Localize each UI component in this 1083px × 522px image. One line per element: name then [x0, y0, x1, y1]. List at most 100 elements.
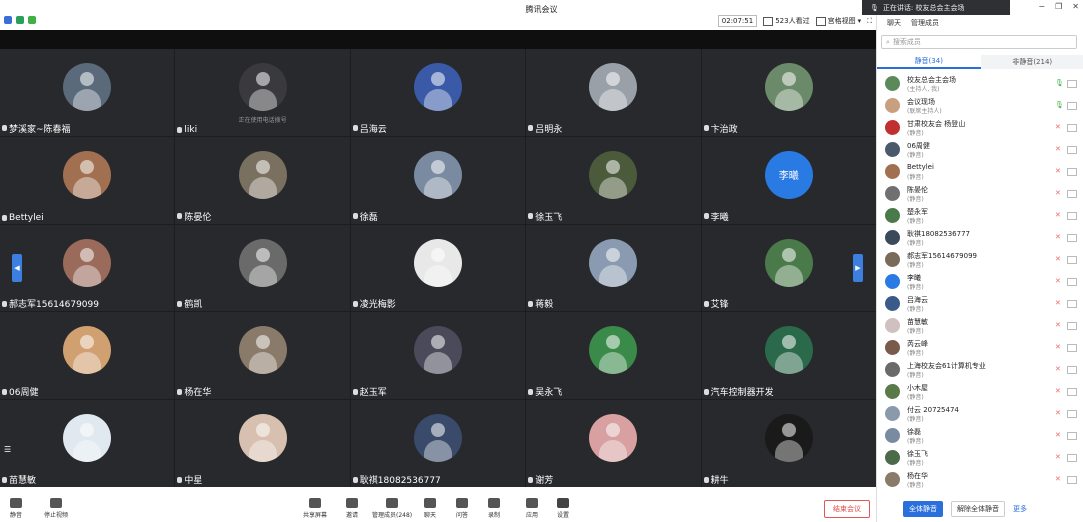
video-tile[interactable]: 耕牛 — [701, 400, 876, 487]
minimize-button[interactable]: − — [1038, 2, 1045, 11]
video-tile[interactable]: 徐磊 — [350, 136, 526, 224]
camera-icon[interactable] — [1067, 234, 1077, 242]
camera-icon[interactable] — [1067, 146, 1077, 154]
video-tile[interactable]: 谢芳 — [526, 400, 701, 487]
video-tile[interactable]: 蒋毅 — [526, 224, 701, 312]
member-row[interactable]: 06周健 (静音) ✕ — [877, 139, 1083, 161]
mic-off-icon[interactable]: ✕ — [1055, 321, 1061, 329]
member-row[interactable]: 耿祺18082536777 (静音) ✕ — [877, 227, 1083, 249]
fullscreen-button[interactable]: ⛶ — [867, 17, 872, 26]
member-row[interactable]: 徐玉飞 (静音) ✕ — [877, 447, 1083, 469]
mic-off-icon[interactable]: ✕ — [1055, 233, 1061, 241]
video-tile[interactable]: 郝志军15614679099 — [0, 224, 175, 312]
member-row[interactable]: 楚永军 (静音) ✕ — [877, 205, 1083, 227]
video-tile[interactable]: 艾锋 — [701, 224, 876, 312]
tab-manage-members[interactable]: 管理成员 — [911, 18, 939, 28]
video-tile[interactable]: 中星 — [175, 400, 350, 487]
mic-off-icon[interactable]: ✕ — [1055, 123, 1061, 131]
more-button[interactable]: 更多 — [1013, 504, 1027, 514]
unmute-all-button[interactable]: 解除全体静音 — [951, 501, 1005, 517]
member-row[interactable]: 杨在华 (静音) ✕ — [877, 469, 1083, 491]
mute-all-button[interactable]: 全体静音 — [903, 501, 943, 517]
camera-icon[interactable] — [1067, 300, 1077, 308]
member-row[interactable]: 校友总会主会场 (主持人, 我) 🎙 — [877, 73, 1083, 95]
camera-icon[interactable] — [1067, 388, 1077, 396]
video-tile[interactable]: 陈晏伦 — [175, 136, 350, 224]
video-tile[interactable]: Bettylei — [0, 136, 175, 224]
member-row[interactable]: 甘肃校友会 杨登山 (静音) ✕ — [877, 117, 1083, 139]
video-tile[interactable]: 耿祺18082536777 — [350, 400, 526, 487]
tab-chat[interactable]: 聊天 — [887, 18, 901, 28]
camera-icon[interactable] — [1067, 410, 1077, 418]
signal-icon[interactable] — [28, 16, 36, 24]
member-row[interactable]: 郝志军15614679099 (静音) ✕ — [877, 249, 1083, 271]
camera-icon[interactable] — [1067, 102, 1077, 110]
camera-icon[interactable] — [1067, 476, 1077, 484]
camera-icon[interactable] — [1067, 278, 1077, 286]
camera-icon[interactable] — [1067, 256, 1077, 264]
mic-off-icon[interactable]: ✕ — [1055, 475, 1061, 483]
member-search-input[interactable]: ⌕ 搜索成员 — [881, 35, 1077, 49]
qa-button[interactable]: 问答 — [456, 498, 468, 519]
video-tile[interactable]: 吴永飞 — [526, 312, 701, 400]
video-tile[interactable]: 鹤凯 — [175, 224, 350, 312]
mic-off-icon[interactable]: ✕ — [1055, 409, 1061, 417]
member-row[interactable]: 会议现场 (联席主持人) 🎙 — [877, 95, 1083, 117]
mic-on-icon[interactable]: 🎙 — [1055, 101, 1064, 109]
mic-off-icon[interactable]: ✕ — [1055, 211, 1061, 219]
share-screen-button[interactable]: 共享屏幕 — [303, 498, 327, 519]
mic-off-icon[interactable]: ✕ — [1055, 431, 1061, 439]
apps-button[interactable]: 应用 — [526, 498, 538, 519]
camera-icon[interactable] — [1067, 212, 1077, 220]
view-selector[interactable]: 宫格视图 ▾ — [815, 16, 861, 26]
tab-muted[interactable]: 静音(34) — [877, 55, 981, 69]
member-row[interactable]: 小木屋 (静音) ✕ — [877, 381, 1083, 403]
member-row[interactable]: 徐磊 (静音) ✕ — [877, 425, 1083, 447]
mic-off-icon[interactable]: ✕ — [1055, 343, 1061, 351]
video-tile[interactable]: 杨在华 — [175, 312, 350, 400]
member-row[interactable]: 陈晏伦 (静音) ✕ — [877, 183, 1083, 205]
member-row[interactable]: 芮云峰 (静音) ✕ — [877, 337, 1083, 359]
camera-icon[interactable] — [1067, 322, 1077, 330]
member-row[interactable]: 付云 20725474 (静音) ✕ — [877, 403, 1083, 425]
attendee-count[interactable]: 523人看过 — [763, 16, 810, 26]
manage-members-button[interactable]: 管理成员(248) — [372, 498, 412, 519]
video-tile[interactable]: 吕海云 — [350, 49, 526, 136]
video-tile[interactable]: 李曦 李曦 — [701, 136, 876, 224]
member-row[interactable]: Bettylei (静音) ✕ — [877, 161, 1083, 183]
list-icon[interactable]: ☰ — [4, 445, 16, 455]
camera-icon[interactable] — [1067, 168, 1077, 176]
video-tile[interactable]: 赵玉军 — [350, 312, 526, 400]
camera-icon[interactable] — [1067, 366, 1077, 374]
close-button[interactable]: ✕ — [1072, 2, 1079, 11]
camera-icon[interactable] — [1067, 124, 1077, 132]
mic-off-icon[interactable]: ✕ — [1055, 167, 1061, 175]
prev-page-button[interactable]: ◀ — [12, 254, 22, 282]
end-meeting-button[interactable]: 结束会议 — [824, 500, 870, 518]
mic-on-icon[interactable]: 🎙 — [1055, 79, 1064, 87]
restore-button[interactable]: ❐ — [1055, 2, 1062, 11]
member-row[interactable]: 上海校友会61计算机专业 (静音) ✕ — [877, 359, 1083, 381]
mic-off-icon[interactable]: ✕ — [1055, 299, 1061, 307]
video-tile[interactable]: 梦溪家~陈春福 — [0, 49, 175, 136]
mic-off-icon[interactable]: ✕ — [1055, 145, 1061, 153]
mute-button[interactable]: 静音 — [10, 498, 22, 519]
camera-icon[interactable] — [1067, 454, 1077, 462]
video-tile[interactable]: 汽车控制器开发 — [701, 312, 876, 400]
video-tile[interactable]: 卞治政 — [701, 49, 876, 136]
chat-button[interactable]: 聊天 — [424, 498, 436, 519]
camera-icon[interactable] — [1067, 344, 1077, 352]
member-row[interactable]: 吕海云 (静音) ✕ — [877, 293, 1083, 315]
member-row[interactable]: 苗慧敏 (静音) ✕ — [877, 315, 1083, 337]
settings-button[interactable]: 设置 — [557, 498, 569, 519]
mic-off-icon[interactable]: ✕ — [1055, 365, 1061, 373]
video-tile[interactable]: 苗慧敏 — [0, 400, 175, 487]
camera-icon[interactable] — [1067, 80, 1077, 88]
member-row[interactable]: 李曦 (静音) ✕ — [877, 271, 1083, 293]
mic-off-icon[interactable]: ✕ — [1055, 453, 1061, 461]
next-page-button[interactable]: ▶ — [853, 254, 863, 282]
video-tile[interactable]: 徐玉飞 — [526, 136, 701, 224]
mic-off-icon[interactable]: ✕ — [1055, 255, 1061, 263]
video-tile[interactable]: 正在使用电话拨号 liki — [175, 49, 350, 136]
invite-button[interactable]: 邀请 — [346, 498, 358, 519]
